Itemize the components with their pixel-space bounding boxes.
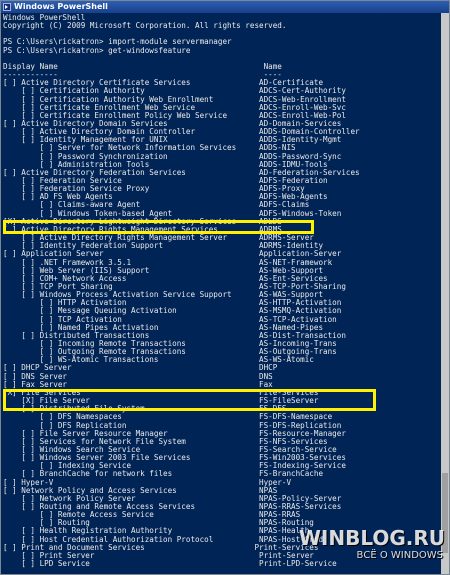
highlight-file-services <box>3 389 376 411</box>
winblog-watermark: WINBLOG.RU ВСЁ О WINDOWS <box>299 526 445 568</box>
watermark-title: WINBLOG.RU <box>298 526 445 550</box>
powershell-window: Windows PowerShell Windows PowerShell Cop… <box>0 0 450 575</box>
vertical-scrollbar[interactable] <box>441 13 449 574</box>
window-title: Windows PowerShell <box>14 2 108 11</box>
highlight-adlds <box>3 220 314 234</box>
title-bar[interactable]: Windows PowerShell <box>1 1 449 13</box>
feature-row: [ ] LPD Service Print-LPD-Service <box>3 559 337 569</box>
powershell-icon <box>3 3 11 11</box>
watermark-subtitle: ВСЁ О WINDOWS <box>356 550 443 561</box>
console-header-line: Copyright (C) 2009 Microsoft Corporation… <box>3 21 287 31</box>
console-output[interactable]: Windows PowerShell Copyright (C) 2009 Mic… <box>3 14 441 572</box>
console-header-line: PS C:\Users\rickatron> get-windowsfeatur… <box>3 45 191 55</box>
